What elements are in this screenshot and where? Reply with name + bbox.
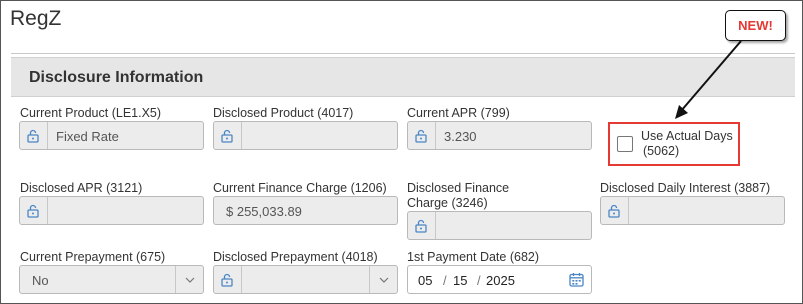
field-divider: [628, 197, 629, 224]
current-finance-charge-field[interactable]: $ 255,033.89: [213, 196, 398, 225]
use-actual-days-checkbox[interactable]: [617, 136, 633, 152]
current-apr-label: Current APR (799): [407, 106, 510, 120]
section-title: Disclosure Information: [29, 69, 204, 86]
disclosed-finance-charge-label: Disclosed Finance Charge (3246): [407, 181, 509, 211]
use-actual-days-label: Use Actual Days (5062): [641, 129, 733, 159]
regz-panel: RegZ Disclosure Information Current Prod…: [0, 0, 803, 304]
field-divider: [47, 122, 48, 149]
date-year[interactable]: 2025: [486, 273, 515, 288]
chevron-down-icon[interactable]: [379, 276, 389, 284]
disclosed-apr-field[interactable]: [19, 196, 204, 225]
unlock-icon[interactable]: [220, 273, 234, 287]
new-callout-text: NEW!: [738, 18, 773, 33]
unlock-icon[interactable]: [607, 204, 621, 218]
unlock-icon[interactable]: [220, 129, 234, 143]
first-payment-date-label: 1st Payment Date (682): [407, 250, 540, 264]
disclosed-apr-label: Disclosed APR (3121): [20, 181, 143, 195]
first-payment-date-field[interactable]: 05 / 15 / 2025: [407, 265, 592, 294]
new-callout-badge: NEW!: [725, 10, 786, 41]
disclosed-finance-charge-label-line2: Charge (3246): [407, 196, 488, 210]
disclosed-product-label: Disclosed Product (4017): [213, 106, 354, 120]
current-finance-charge-value: $ 255,033.89: [226, 204, 302, 219]
current-apr-value: 3.230: [444, 129, 477, 144]
current-prepayment-label: Current Prepayment (675): [20, 250, 166, 264]
date-month[interactable]: 05: [418, 273, 432, 288]
page-title: RegZ: [10, 7, 62, 30]
current-product-label: Current Product (LE1.X5): [20, 106, 162, 120]
current-product-value: Fixed Rate: [56, 129, 119, 144]
callout-arrow-icon: [675, 40, 742, 119]
disclosed-finance-charge-label-line1: Disclosed Finance: [407, 181, 510, 195]
calendar-icon[interactable]: [569, 272, 584, 287]
unlock-icon[interactable]: [26, 129, 40, 143]
unlock-icon[interactable]: [414, 129, 428, 143]
disclosed-finance-charge-field[interactable]: [407, 211, 592, 240]
select-divider: [369, 266, 370, 293]
date-day[interactable]: 15: [453, 273, 467, 288]
current-prepayment-value: No: [32, 273, 49, 288]
use-actual-days-label-line1: Use Actual Days: [641, 129, 733, 143]
field-divider: [241, 266, 242, 293]
field-divider: [241, 122, 242, 149]
chevron-down-icon[interactable]: [185, 276, 195, 284]
date-separator: /: [477, 273, 481, 288]
unlock-icon[interactable]: [414, 219, 428, 233]
current-apr-field[interactable]: 3.230: [407, 121, 592, 150]
current-product-field[interactable]: Fixed Rate: [19, 121, 204, 150]
field-divider: [47, 197, 48, 224]
disclosed-prepayment-select[interactable]: [213, 265, 398, 294]
field-divider: [435, 122, 436, 149]
disclosed-daily-interest-field[interactable]: [600, 196, 785, 225]
unlock-icon[interactable]: [26, 204, 40, 218]
disclosed-product-field[interactable]: [213, 121, 398, 150]
disclosed-prepayment-label: Disclosed Prepayment (4018): [213, 250, 378, 264]
current-prepayment-select[interactable]: No: [19, 265, 204, 294]
current-finance-charge-label: Current Finance Charge (1206): [213, 181, 387, 195]
use-actual-days-label-line2: (5062): [643, 144, 680, 158]
disclosed-daily-interest-label: Disclosed Daily Interest (3887): [600, 181, 771, 195]
field-divider: [435, 212, 436, 239]
select-divider: [175, 266, 176, 293]
date-separator: /: [443, 273, 447, 288]
